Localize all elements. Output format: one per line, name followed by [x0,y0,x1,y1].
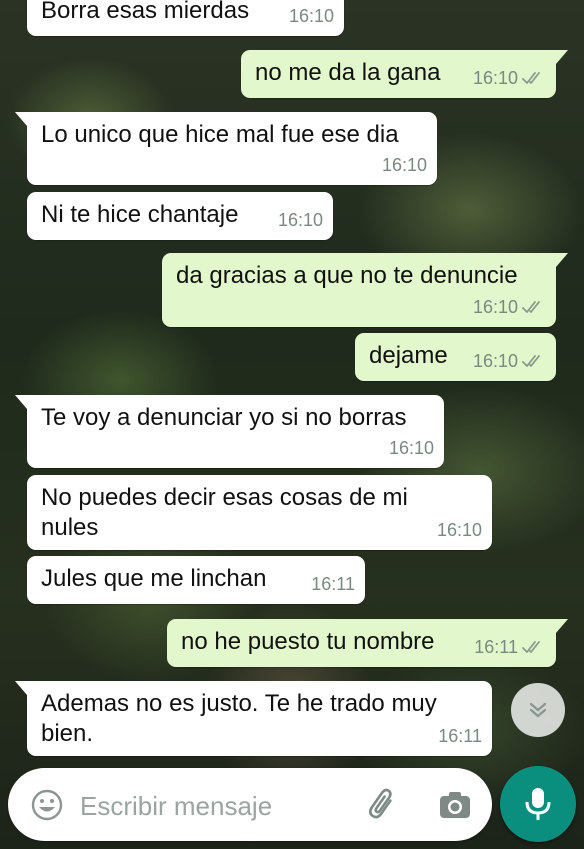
message-meta: 16:10 [289,1,334,31]
message-timestamp: 16:10 [472,351,518,371]
message-timestamp: 16:10 [277,210,323,230]
message-text: Ademas no es justo. Te he trado muy bien… [41,690,437,747]
message-meta: 16:10 [382,150,427,180]
outgoing-message[interactable]: da gracias a que no te denuncie 16:10 [162,253,568,327]
incoming-message[interactable]: No puedes decir esas cosas de mi nules 16… [27,475,492,550]
message-text: Borra esas mierdas [41,0,250,24]
chat-area[interactable]: Borra esas mierdas 16:10 no me da la gana 1… [0,0,584,849]
message-meta: 16:10 [473,63,546,93]
double-check-icon [522,72,540,84]
double-check-icon [522,641,540,653]
message-timestamp: 16:10 [472,297,518,317]
message-meta: 16:11 [438,721,482,751]
message-meta: 16:10 [473,292,546,322]
paperclip-icon[interactable] [364,786,402,824]
message-input[interactable] [78,786,352,826]
message-meta: 16:10 [278,205,323,235]
message-timestamp: 16:11 [474,637,518,657]
incoming-message[interactable]: Jules que me linchan 16:11 [27,556,365,604]
scroll-to-bottom-button[interactable] [511,683,565,737]
message-timestamp: 16:10 [388,438,434,458]
chevron-double-down-icon [529,702,547,718]
message-meta: 16:10 [473,346,546,376]
message-meta: 16:10 [437,515,482,545]
outgoing-message[interactable]: no he puesto tu nombre 16:11 [167,619,568,667]
incoming-message[interactable]: Lo unico que hice mal fue ese dia 16:10 [15,112,437,185]
message-meta: 16:11 [311,569,355,599]
incoming-message[interactable]: Ni te hice chantaje 16:10 [27,192,333,240]
message-text: No puedes decir esas cosas de mi nules [41,484,408,541]
message-text: da gracias a que no te denuncie [176,262,518,289]
voice-message-button[interactable] [500,766,576,842]
message-text: dejame [369,342,448,369]
message-timestamp: 16:11 [438,726,482,746]
message-text: Lo unico que hice mal fue ese dia [41,121,399,148]
incoming-message[interactable]: Te voy a denunciar yo si no borras 16:10 [15,395,444,468]
outgoing-message[interactable]: no me da la gana 16:10 [241,50,568,98]
message-timestamp: 16:10 [472,68,518,88]
emoji-icon[interactable] [30,788,64,822]
double-check-icon [522,301,540,313]
message-timestamp: 16:10 [381,155,427,175]
message-composer [8,768,492,841]
message-text: Jules que me linchan [41,565,267,592]
message-text: no me da la gana [255,59,441,86]
message-meta: 16:11 [474,632,546,662]
message-text: no he puesto tu nombre [181,628,435,655]
message-text: Ni te hice chantaje [41,201,239,228]
message-text: Te voy a denunciar yo si no borras [41,404,407,431]
double-check-icon [522,355,540,367]
incoming-message[interactable]: Ademas no es justo. Te he trado muy bien… [15,681,492,756]
camera-icon[interactable] [436,786,474,824]
message-timestamp: 16:11 [311,574,355,594]
message-timestamp: 16:10 [288,6,334,26]
message-meta: 16:10 [389,433,434,463]
incoming-message[interactable]: Borra esas mierdas 16:10 [27,0,344,36]
message-timestamp: 16:10 [436,520,482,540]
outgoing-message[interactable]: dejame 16:10 [355,333,556,381]
microphone-icon [525,788,551,820]
